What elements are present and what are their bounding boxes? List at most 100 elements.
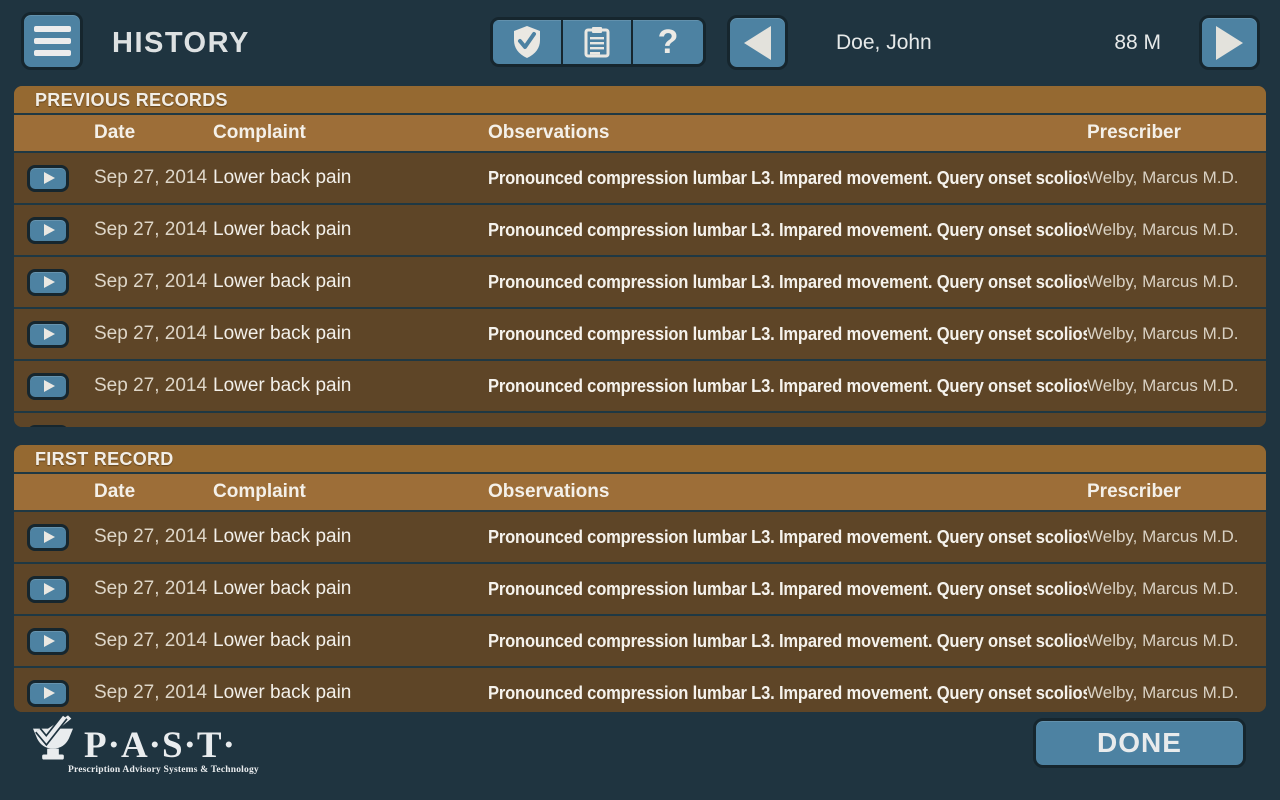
done-button[interactable]: DONE — [1033, 718, 1246, 768]
table-row: Sep 27, 2014Lower back painPronounced co… — [14, 205, 1266, 257]
column-header-date: Date — [94, 481, 213, 503]
record-observations: Pronounced compression lumbar L3. Impare… — [488, 324, 1087, 345]
menu-icon — [34, 26, 71, 32]
help-button[interactable]: ? — [633, 20, 703, 64]
logo-wordmark: P·A·S·T· — [84, 729, 236, 762]
record-date: Sep 27, 2014 — [94, 219, 213, 241]
record-prescriber: Welby, Marcus M.D. — [1087, 272, 1266, 292]
play-audio-button[interactable] — [27, 269, 69, 296]
section-title: FIRST RECORD — [14, 445, 1266, 474]
play-audio-button[interactable] — [27, 576, 69, 603]
page-title: HISTORY — [112, 0, 250, 86]
rows[interactable]: Sep 27, 2014Lower back painPronounced co… — [14, 153, 1266, 427]
play-audio-button[interactable] — [27, 217, 69, 244]
record-date: Sep 27, 2014 — [94, 271, 213, 293]
play-icon — [44, 172, 55, 184]
table-row: Sep 27, 2014Lower back painPronounced co… — [14, 564, 1266, 616]
previous-patient-button[interactable] — [727, 15, 788, 70]
record-observations: Pronounced compression lumbar L3. Impare… — [488, 376, 1087, 397]
column-header-date: Date — [94, 122, 213, 144]
column-header-prescriber: Prescriber — [1087, 481, 1266, 503]
play-icon — [44, 531, 55, 543]
play-audio-button[interactable] — [27, 628, 69, 655]
record-date: Sep 27, 2014 — [94, 375, 213, 397]
record-observations: Pronounced compression lumbar L3. Impare… — [488, 683, 1087, 704]
record-prescriber: Welby, Marcus M.D. — [1087, 376, 1266, 396]
column-header-complaint: Complaint — [213, 481, 488, 503]
table-row: Sep 27, 2014Lower back painPronounced co… — [14, 361, 1266, 413]
record-complaint: Lower back pain — [213, 526, 488, 548]
record-prescriber: Welby, Marcus M.D. — [1087, 683, 1266, 703]
record-observations: Pronounced compression lumbar L3. Impare… — [488, 272, 1087, 293]
column-header-complaint: Complaint — [213, 122, 488, 144]
record-complaint: Lower back pain — [213, 323, 488, 345]
record-prescriber: Welby, Marcus M.D. — [1087, 579, 1266, 599]
shield-check-icon — [512, 25, 542, 59]
next-patient-button[interactable] — [1199, 15, 1260, 70]
column-header-observations: Observations — [488, 481, 1087, 503]
record-observations: Pronounced compression lumbar L3. Impare… — [488, 168, 1087, 189]
record-observations: Pronounced compression lumbar L3. Impare… — [488, 631, 1087, 652]
play-icon — [44, 583, 55, 595]
record-observations: Pronounced compression lumbar L3. Impare… — [488, 527, 1087, 548]
section-title: PREVIOUS RECORDS — [14, 86, 1266, 115]
record-date: Sep 27, 2014 — [94, 323, 213, 345]
play-audio-button[interactable] — [27, 680, 69, 707]
play-audio-button[interactable] — [27, 165, 69, 192]
play-icon — [44, 276, 55, 288]
play-audio-button[interactable] — [27, 373, 69, 400]
table-header: Date Complaint Observations Prescriber — [14, 115, 1266, 153]
table-row: Sep 27, 2014Lower back painPronounced co… — [14, 153, 1266, 205]
record-date: Sep 27, 2014 — [94, 526, 213, 548]
record-date: Sep 27, 2014 — [94, 578, 213, 600]
table-row: Sep 27, 2014Lower back painPronounced co… — [14, 512, 1266, 564]
table-row: Sep 27, 2014Lower back painPronounced co… — [14, 668, 1266, 712]
record-observations: Pronounced compression lumbar L3. Impare… — [488, 579, 1087, 600]
record-prescriber: Welby, Marcus M.D. — [1087, 168, 1266, 188]
play-audio-button[interactable] — [27, 321, 69, 348]
play-icon — [44, 328, 55, 340]
patient-name: Doe, John — [836, 0, 932, 86]
play-icon — [44, 687, 55, 699]
record-prescriber: Welby, Marcus M.D. — [1087, 220, 1266, 240]
column-header-prescriber: Prescriber — [1087, 122, 1266, 144]
records-button[interactable] — [563, 20, 633, 64]
record-observations: Pronounced compression lumbar L3. Impare… — [488, 220, 1087, 241]
record-date: Sep 27, 2014 — [94, 682, 213, 704]
arrow-right-icon — [1216, 26, 1243, 60]
previous-records-section: PREVIOUS RECORDS Date Complaint Observat… — [14, 86, 1266, 427]
logo-caption: Prescription Advisory Systems & Technolo… — [68, 765, 259, 775]
past-logo: P·A·S·T· Prescription Advisory Systems &… — [28, 712, 259, 775]
first-record-section: FIRST RECORD Date Complaint Observations… — [14, 445, 1266, 712]
mortar-pestle-check-icon — [28, 712, 78, 762]
record-date: Sep 27, 2014 — [94, 167, 213, 189]
record-complaint: Lower back pain — [213, 630, 488, 652]
help-icon: ? — [658, 25, 679, 59]
play-icon — [44, 380, 55, 392]
column-header-observations: Observations — [488, 122, 1087, 144]
menu-button[interactable] — [21, 12, 83, 70]
record-complaint: Lower back pain — [213, 578, 488, 600]
play-icon — [44, 635, 55, 647]
table-row: Sep 27, 2014Lower back painPronounced co… — [14, 616, 1266, 668]
table-row: Sep 27, 2014Lower back painPronounced co… — [14, 413, 1266, 427]
play-icon — [44, 224, 55, 236]
rows[interactable]: Sep 27, 2014Lower back painPronounced co… — [14, 512, 1266, 712]
record-date: Sep 27, 2014 — [94, 630, 213, 652]
play-audio-button[interactable] — [27, 425, 69, 428]
record-complaint: Lower back pain — [213, 375, 488, 397]
app-header: HISTORY ? Doe, John 88 M — [0, 0, 1280, 86]
table-row: Sep 27, 2014Lower back painPronounced co… — [14, 257, 1266, 309]
clipboard-icon — [584, 26, 610, 58]
header-toolbar: ? — [490, 17, 706, 67]
safety-check-button[interactable] — [493, 20, 563, 64]
table-row: Sep 27, 2014Lower back painPronounced co… — [14, 309, 1266, 361]
play-audio-button[interactable] — [27, 524, 69, 551]
record-prescriber: Welby, Marcus M.D. — [1087, 324, 1266, 344]
patient-age-sex: 88 M — [1114, 0, 1161, 86]
record-prescriber: Welby, Marcus M.D. — [1087, 527, 1266, 547]
record-complaint: Lower back pain — [213, 167, 488, 189]
table-header: Date Complaint Observations Prescriber — [14, 474, 1266, 512]
arrow-left-icon — [744, 26, 771, 60]
record-complaint: Lower back pain — [213, 271, 488, 293]
